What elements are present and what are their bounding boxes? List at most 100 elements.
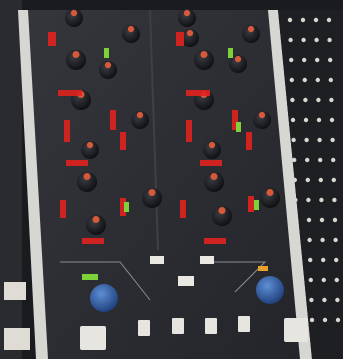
- patch-hole[interactable]: [330, 137, 335, 143]
- small-switch-3[interactable]: [178, 276, 194, 286]
- patch-hole[interactable]: [306, 217, 312, 223]
- patch-hole[interactable]: [302, 77, 307, 83]
- red-indicator: [248, 196, 254, 212]
- red-indicator: [186, 120, 192, 142]
- patch-hole[interactable]: [288, 37, 293, 43]
- patch-hole[interactable]: [306, 197, 311, 203]
- patch-hole[interactable]: [295, 277, 300, 283]
- patch-hole[interactable]: [309, 317, 315, 323]
- red-indicator: [110, 110, 116, 130]
- knob-cap: [247, 25, 255, 33]
- patch-hole[interactable]: [321, 257, 326, 263]
- red-indicator: [186, 90, 210, 96]
- patch-hole[interactable]: [328, 57, 333, 63]
- patch-hole[interactable]: [332, 197, 337, 203]
- patch-hole[interactable]: [327, 37, 332, 43]
- red-indicator: [120, 132, 126, 150]
- red-indicator: [204, 238, 226, 244]
- green-led: [228, 48, 233, 58]
- knob-cap: [70, 9, 78, 17]
- patch-hole[interactable]: [335, 297, 340, 303]
- patch-hole[interactable]: [293, 217, 299, 223]
- patch-hole[interactable]: [294, 237, 299, 243]
- patch-hole[interactable]: [332, 217, 338, 223]
- patch-hole[interactable]: [329, 117, 335, 123]
- patch-hole[interactable]: [316, 117, 322, 123]
- patch-hole[interactable]: [319, 197, 324, 203]
- knob-cap: [208, 141, 216, 149]
- patch-hole[interactable]: [287, 17, 293, 23]
- bottom-button-2[interactable]: [172, 318, 184, 334]
- patch-hole[interactable]: [296, 297, 301, 303]
- green-led: [236, 122, 241, 132]
- patch-hole[interactable]: [309, 297, 314, 303]
- bottom-button-left[interactable]: [80, 326, 106, 350]
- patch-hole[interactable]: [322, 317, 328, 323]
- knob-cap: [83, 173, 91, 180]
- patch-hole[interactable]: [318, 157, 323, 163]
- patch-hole[interactable]: [292, 157, 297, 163]
- patch-hole[interactable]: [319, 217, 325, 223]
- chassis-button-2[interactable]: [4, 328, 30, 350]
- small-switch-1[interactable]: [150, 256, 164, 264]
- patch-hole[interactable]: [316, 97, 321, 103]
- patch-hole[interactable]: [291, 137, 296, 143]
- knob-cap: [234, 55, 242, 63]
- patch-hole[interactable]: [333, 237, 338, 243]
- green-led: [104, 48, 109, 58]
- patch-hole[interactable]: [300, 17, 306, 23]
- chassis-button-1[interactable]: [4, 282, 26, 300]
- patch-hole[interactable]: [295, 257, 300, 263]
- patch-hole[interactable]: [289, 77, 294, 83]
- patch-hole[interactable]: [317, 137, 322, 143]
- patch-hole[interactable]: [308, 277, 313, 283]
- patch-hole[interactable]: [320, 237, 325, 243]
- knob-cap: [127, 25, 135, 33]
- patch-hole[interactable]: [331, 157, 336, 163]
- bottom-button-4[interactable]: [238, 316, 250, 332]
- patch-hole[interactable]: [303, 117, 309, 123]
- patch-hole[interactable]: [315, 77, 320, 83]
- console-svg: [0, 0, 343, 359]
- bottom-button-3[interactable]: [205, 318, 217, 334]
- patch-hole[interactable]: [290, 97, 295, 103]
- patch-hole[interactable]: [335, 317, 341, 323]
- knob-cap: [200, 51, 208, 58]
- patch-hole[interactable]: [301, 37, 306, 43]
- patch-hole[interactable]: [321, 277, 326, 283]
- patch-hole[interactable]: [334, 257, 339, 263]
- patch-hole[interactable]: [314, 37, 319, 43]
- patch-hole[interactable]: [322, 297, 327, 303]
- patch-hole[interactable]: [289, 57, 294, 63]
- knob-cap: [72, 51, 80, 58]
- knob-cap: [104, 61, 112, 69]
- red-indicator: [180, 200, 186, 218]
- bottom-button-1[interactable]: [138, 320, 150, 336]
- patch-hole[interactable]: [308, 257, 313, 263]
- patch-hole[interactable]: [292, 177, 297, 183]
- patch-hole[interactable]: [334, 277, 339, 283]
- knob-cap: [266, 189, 274, 196]
- small-switch-2[interactable]: [200, 256, 214, 264]
- patch-hole[interactable]: [326, 17, 332, 23]
- patch-hole[interactable]: [303, 97, 308, 103]
- patch-hole[interactable]: [304, 137, 309, 143]
- patch-hole[interactable]: [313, 17, 319, 23]
- blue-knob-left[interactable]: [90, 284, 118, 312]
- patch-hole[interactable]: [331, 177, 336, 183]
- patch-hole[interactable]: [315, 57, 320, 63]
- patch-hole[interactable]: [290, 117, 296, 123]
- patch-hole[interactable]: [307, 237, 312, 243]
- patch-hole[interactable]: [305, 177, 310, 183]
- patch-hole[interactable]: [305, 157, 310, 163]
- red-indicator: [200, 160, 222, 166]
- patch-hole[interactable]: [318, 177, 323, 183]
- knob-cap: [136, 111, 144, 119]
- blue-knob-right[interactable]: [256, 276, 284, 304]
- bottom-button-right[interactable]: [284, 318, 308, 342]
- green-led: [254, 200, 259, 210]
- patch-hole[interactable]: [329, 97, 334, 103]
- patch-hole[interactable]: [293, 197, 298, 203]
- patch-hole[interactable]: [328, 77, 333, 83]
- patch-hole[interactable]: [302, 57, 307, 63]
